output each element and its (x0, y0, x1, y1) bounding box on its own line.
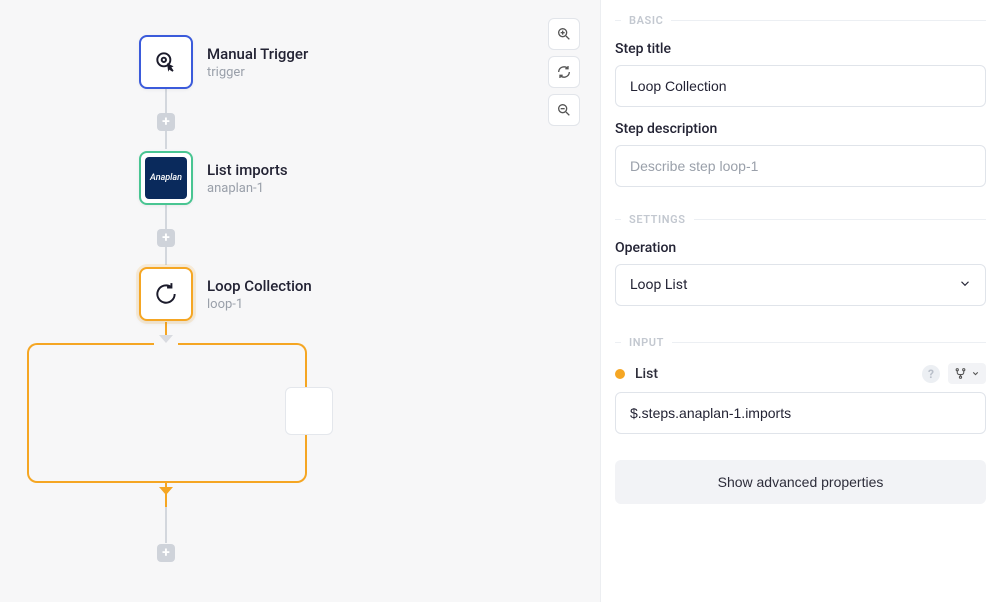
operation-value: Loop List (615, 264, 986, 306)
loop-drop-zone[interactable] (285, 387, 333, 435)
zoom-in-button[interactable] (548, 18, 580, 50)
add-step-button[interactable]: + (157, 229, 175, 247)
help-icon[interactable]: ? (922, 365, 940, 383)
step-description-label: Step description (615, 121, 986, 137)
anaplan-logo: Anaplan (145, 157, 187, 199)
list-field-header: List ? (615, 363, 986, 384)
loop-line (41, 481, 293, 483)
branch-icon (954, 367, 967, 380)
workflow-node-trigger[interactable]: Manual Trigger trigger (139, 35, 308, 89)
step-title-input[interactable] (615, 65, 986, 107)
node-icon-box (139, 35, 193, 89)
section-settings: SETTINGS (615, 213, 986, 226)
chevron-down-icon (958, 276, 972, 295)
properties-panel: BASIC Step title Step description SETTIN… (600, 0, 1000, 602)
workflow-node-loop[interactable]: Loop Collection loop-1 (139, 267, 312, 321)
cursor-click-icon (153, 49, 179, 75)
workflow-node-anaplan[interactable]: Anaplan List imports anaplan-1 (139, 151, 288, 205)
operation-select[interactable]: Loop List (615, 264, 986, 306)
node-title: Loop Collection (207, 277, 312, 295)
node-icon-box (139, 267, 193, 321)
list-label: List (635, 366, 658, 382)
connector-line (165, 507, 167, 543)
loop-icon (153, 281, 179, 307)
show-advanced-button[interactable]: Show advanced properties (615, 460, 986, 504)
data-picker-button[interactable] (948, 363, 986, 384)
node-title: List imports (207, 161, 288, 179)
zoom-controls (548, 18, 580, 126)
zoom-out-button[interactable] (548, 94, 580, 126)
loop-corner (27, 343, 43, 359)
node-title: Manual Trigger (207, 45, 308, 63)
loop-top-arrow (159, 335, 173, 343)
step-description-input[interactable] (615, 145, 986, 187)
required-dot-icon (615, 369, 625, 379)
refresh-icon (556, 64, 572, 80)
node-icon-box: Anaplan (139, 151, 193, 205)
zoom-out-icon (556, 102, 572, 118)
loop-corner (291, 467, 307, 483)
node-subtitle: loop-1 (207, 297, 312, 312)
list-input[interactable] (615, 392, 986, 434)
zoom-reset-button[interactable] (548, 56, 580, 88)
step-title-label: Step title (615, 41, 986, 57)
section-basic: BASIC (615, 14, 986, 27)
connector-line (165, 322, 167, 336)
chevron-down-icon (971, 369, 980, 378)
node-subtitle: anaplan-1 (207, 181, 288, 196)
add-step-button[interactable]: + (157, 113, 175, 131)
loop-line (178, 343, 292, 345)
loop-line (41, 343, 154, 345)
section-input: INPUT (615, 336, 986, 349)
loop-line (27, 357, 29, 469)
node-subtitle: trigger (207, 65, 308, 80)
zoom-in-icon (556, 26, 572, 42)
add-step-button[interactable]: + (157, 544, 175, 562)
operation-label: Operation (615, 240, 986, 256)
workflow-canvas[interactable]: + + Manual Trigger trigger Anaplan List … (0, 0, 600, 602)
loop-bottom-arrow (159, 487, 173, 495)
